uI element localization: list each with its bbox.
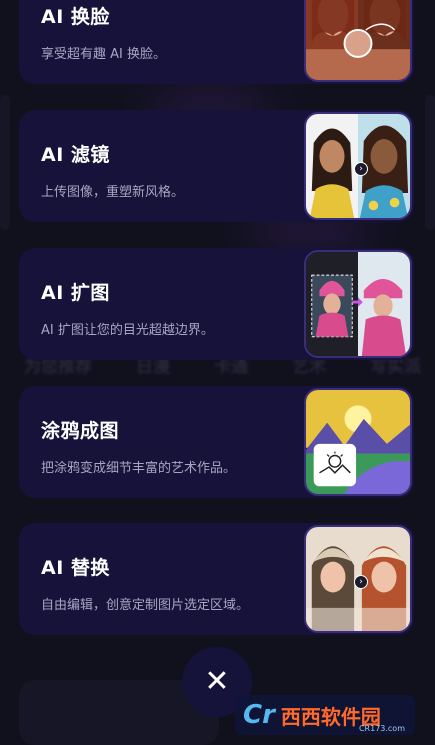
filter-thumbnail: › xyxy=(304,112,412,220)
card-title: AI 滤镜 xyxy=(41,144,110,166)
card-desc: 自由编辑，创意定制图片选定区域。 xyxy=(41,598,250,613)
feature-card-filter[interactable]: AI 滤镜 上传图像，重塑新风格。 › xyxy=(19,110,414,222)
card-title: AI 扩图 xyxy=(41,282,110,304)
feature-card-expand[interactable]: AI 扩图 AI 扩图让您的目光超越边界。 xyxy=(19,248,414,360)
card-title: 涂鸦成图 xyxy=(41,420,120,442)
close-icon: ✕ xyxy=(204,664,230,699)
feature-card-replace[interactable]: AI 替换 自由编辑，创意定制图片选定区域。 › xyxy=(19,523,414,635)
expand-thumbnail xyxy=(304,250,412,358)
card-desc: 把涂鸦变成细节丰富的艺术作品。 xyxy=(41,461,237,476)
compare-arrow-icon: › xyxy=(354,575,368,589)
face-swap-thumbnail xyxy=(304,0,412,82)
site-watermark: Cr 西西软件园 CR173.com xyxy=(235,695,415,735)
compare-arrow-icon: › xyxy=(354,162,368,176)
card-title: AI 替换 xyxy=(41,557,110,579)
feature-card-face-swap[interactable]: AI 换脸 享受超有趣 AI 换脸。 xyxy=(19,0,414,84)
feature-card-doodle[interactable]: 涂鸦成图 把涂鸦变成细节丰富的艺术作品。 xyxy=(19,386,414,498)
card-desc: AI 扩图让您的目光超越边界。 xyxy=(41,323,214,338)
watermark-logo-icon: Cr xyxy=(243,700,275,730)
doodle-thumbnail xyxy=(304,388,412,496)
replace-thumbnail: › xyxy=(304,525,412,633)
watermark-sub: CR173.com xyxy=(358,724,405,733)
card-title: AI 换脸 xyxy=(41,6,110,28)
card-desc: 上传图像，重塑新风格。 xyxy=(41,185,185,200)
card-desc: 享受超有趣 AI 换脸。 xyxy=(41,47,166,62)
